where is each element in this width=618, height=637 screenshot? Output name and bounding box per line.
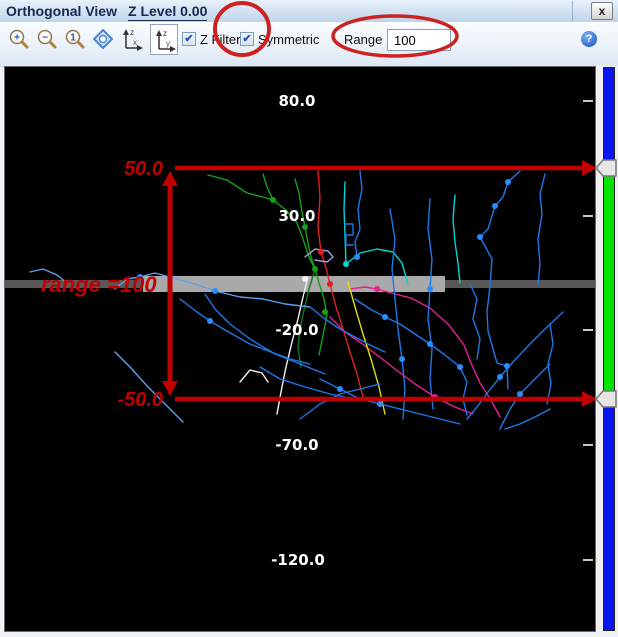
- z-filter-checkbox[interactable]: ✔: [182, 32, 196, 46]
- range-label: Range: [344, 32, 382, 47]
- close-button[interactable]: x: [591, 2, 613, 20]
- slider-bottom-segment: [604, 399, 614, 630]
- view-zx-icon[interactable]: z x: [118, 24, 146, 55]
- z-filter-label: Z Filter: [200, 32, 240, 47]
- svg-text:range =100: range =100: [41, 272, 157, 297]
- titlebar-separator: [572, 1, 573, 21]
- neuron-tracing-view: 80.0 30.0 -20.0 -70.0 -120.0 50.0 -50.0 range =…: [5, 67, 595, 631]
- check-icon: ✔: [184, 33, 193, 45]
- view-zy-icon[interactable]: z y: [150, 24, 178, 55]
- svg-text:z: z: [130, 28, 134, 37]
- help-icon[interactable]: ?: [581, 31, 597, 47]
- symmetric-label: Symmetric: [258, 32, 319, 47]
- svg-text:50.0: 50.0: [124, 158, 163, 180]
- svg-text:+: +: [14, 33, 20, 44]
- zoom-in-icon[interactable]: +: [8, 28, 32, 52]
- orthogonal-view-canvas[interactable]: 80.0 30.0 -20.0 -70.0 -120.0 50.0 -50.0 range =…: [4, 66, 596, 632]
- zoom-actual-icon[interactable]: 1: [64, 28, 88, 52]
- svg-text:y: y: [166, 39, 170, 48]
- title-bar: Orthogonal View Z Level 0.00 x: [0, 0, 618, 23]
- svg-text:-50.0: -50.0: [117, 389, 163, 411]
- toolbar: + − 1 z x z y ✔ Z Filter ✔ Symmetric Ran…: [0, 22, 618, 67]
- svg-text:30.0: 30.0: [278, 207, 315, 225]
- svg-text:−: −: [42, 33, 48, 44]
- z-slider-bar[interactable]: [603, 67, 615, 631]
- z-level-label: Z Level 0.00: [128, 3, 207, 21]
- svg-text:x: x: [133, 38, 137, 47]
- upper-range-handle[interactable]: [595, 159, 617, 177]
- zoom-out-icon[interactable]: −: [36, 28, 60, 52]
- svg-text:z: z: [163, 29, 167, 38]
- svg-text:-20.0: -20.0: [275, 321, 318, 339]
- symmetric-checkbox[interactable]: ✔: [240, 32, 254, 46]
- svg-text:80.0: 80.0: [278, 92, 315, 110]
- pan-icon[interactable]: [92, 28, 116, 52]
- check-icon: ✔: [242, 33, 251, 45]
- svg-text:-120.0: -120.0: [271, 551, 325, 569]
- svg-text:-70.0: -70.0: [275, 436, 318, 454]
- range-input[interactable]: [387, 29, 451, 51]
- slider-range-segment: [604, 168, 614, 399]
- window-title: Orthogonal View: [6, 3, 117, 19]
- lower-range-handle[interactable]: [595, 390, 617, 408]
- svg-text:1: 1: [70, 33, 76, 44]
- slider-top-segment: [604, 68, 614, 168]
